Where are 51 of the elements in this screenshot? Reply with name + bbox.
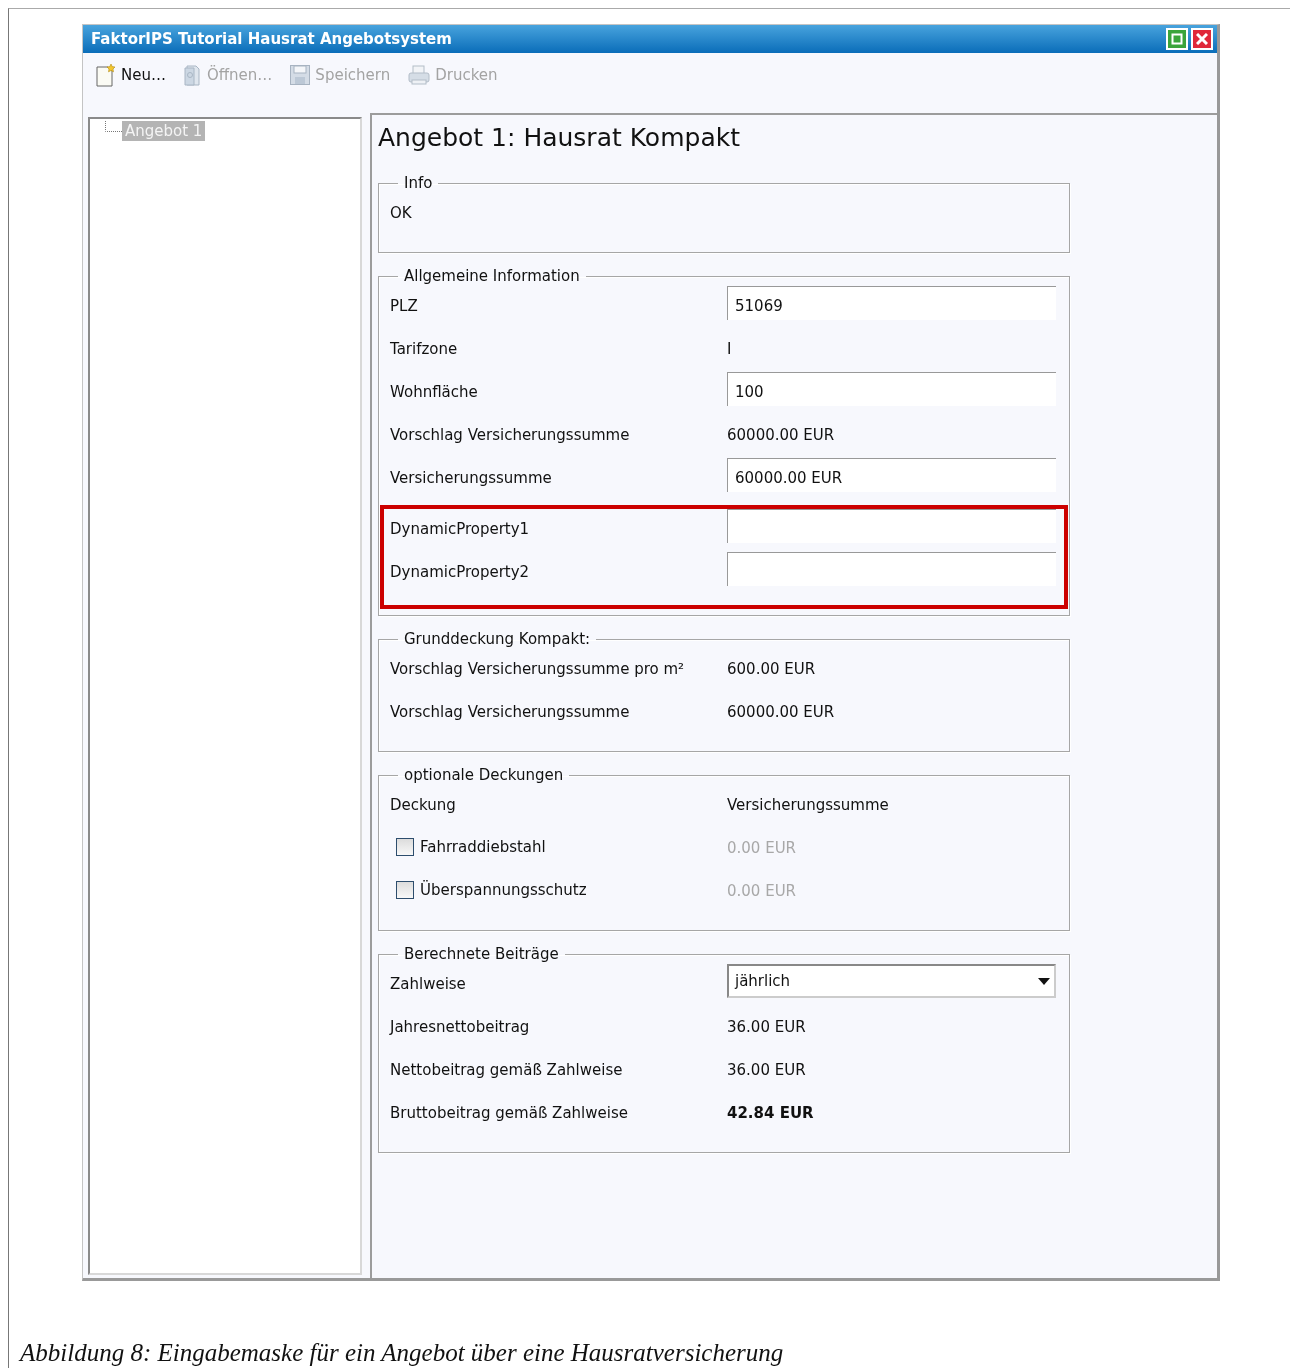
column-header: Versicherungssumme (727, 795, 890, 815)
square-icon (1171, 33, 1183, 45)
group-title: Info (403, 173, 434, 193)
close-icon (1196, 33, 1208, 45)
input-field[interactable]: 60000.00 EUR (727, 458, 1056, 492)
field-label: Tarifzone (390, 339, 459, 359)
checkbox-label: Überspannungsschutz (420, 881, 587, 899)
maximize-button[interactable] (1166, 28, 1188, 50)
figure-caption: Abbildung 8: Eingabemaske für ein Angebot über eine Hausratversicherung (20, 1339, 784, 1366)
value-text: I (727, 339, 733, 359)
field-label: Vorschlag Versicherungssumme (390, 702, 631, 722)
field-label: Vorschlag Versicherungssumme (390, 425, 631, 445)
input-field[interactable] (727, 552, 1056, 586)
printer-icon (407, 63, 432, 87)
group-title: Allgemeine Information (403, 266, 581, 286)
caret-icon (1038, 977, 1050, 985)
field-label: Bruttobeitrag gemäß Zahlweise (390, 1103, 629, 1123)
input-field[interactable]: 51069 (727, 286, 1056, 320)
field-label: DynamicProperty2 (390, 562, 531, 582)
checkbox-label: Fahrraddiebstahl (420, 838, 546, 856)
status-text: OK (390, 203, 413, 223)
value-text: 36.00 EUR (727, 1017, 807, 1037)
field-label: PLZ (390, 296, 419, 316)
input-field[interactable]: 100 (727, 372, 1056, 406)
new-document-icon (95, 63, 117, 87)
field-label: Nettobeitrag gemäß Zahlweise (390, 1060, 624, 1080)
value-text: 0.00 EUR (727, 838, 798, 858)
field-label: Vorschlag Versicherungssumme pro m² (390, 659, 686, 679)
tree-connector-icon (104, 121, 122, 135)
group-title: optionale Deckungen (403, 765, 565, 785)
window-title: FaktorIPS Tutorial Hausrat Angebotsystem (91, 30, 452, 48)
document-icon (182, 63, 203, 87)
value-text: 0.00 EUR (727, 881, 798, 901)
toolbar-button[interactable]: Neu… (95, 61, 166, 89)
value-text: 36.00 EUR (727, 1060, 807, 1080)
page-heading: Angebot 1: Hausrat Kompakt (378, 123, 741, 153)
value-text: 42.84 EUR (727, 1103, 815, 1123)
value-text: 60000.00 EUR (727, 702, 836, 722)
input-field[interactable] (727, 509, 1056, 543)
field-label: Wohnfläche (390, 382, 479, 402)
group-title: Grunddeckung Kompakt: (403, 629, 592, 649)
group-title: Berechnete Beiträge (403, 944, 560, 964)
field-label: Versicherungssumme (390, 468, 553, 488)
field-label: DynamicProperty1 (390, 519, 531, 539)
column-header: Deckung (390, 795, 457, 815)
dropdown-field[interactable]: jährlich (727, 964, 1056, 998)
field-label: Zahlweise (390, 974, 467, 994)
close-button[interactable] (1191, 28, 1213, 50)
value-text: 600.00 EUR (727, 659, 817, 679)
value-text: 60000.00 EUR (727, 425, 836, 445)
field-label: Jahresnettobeitrag (390, 1017, 531, 1037)
